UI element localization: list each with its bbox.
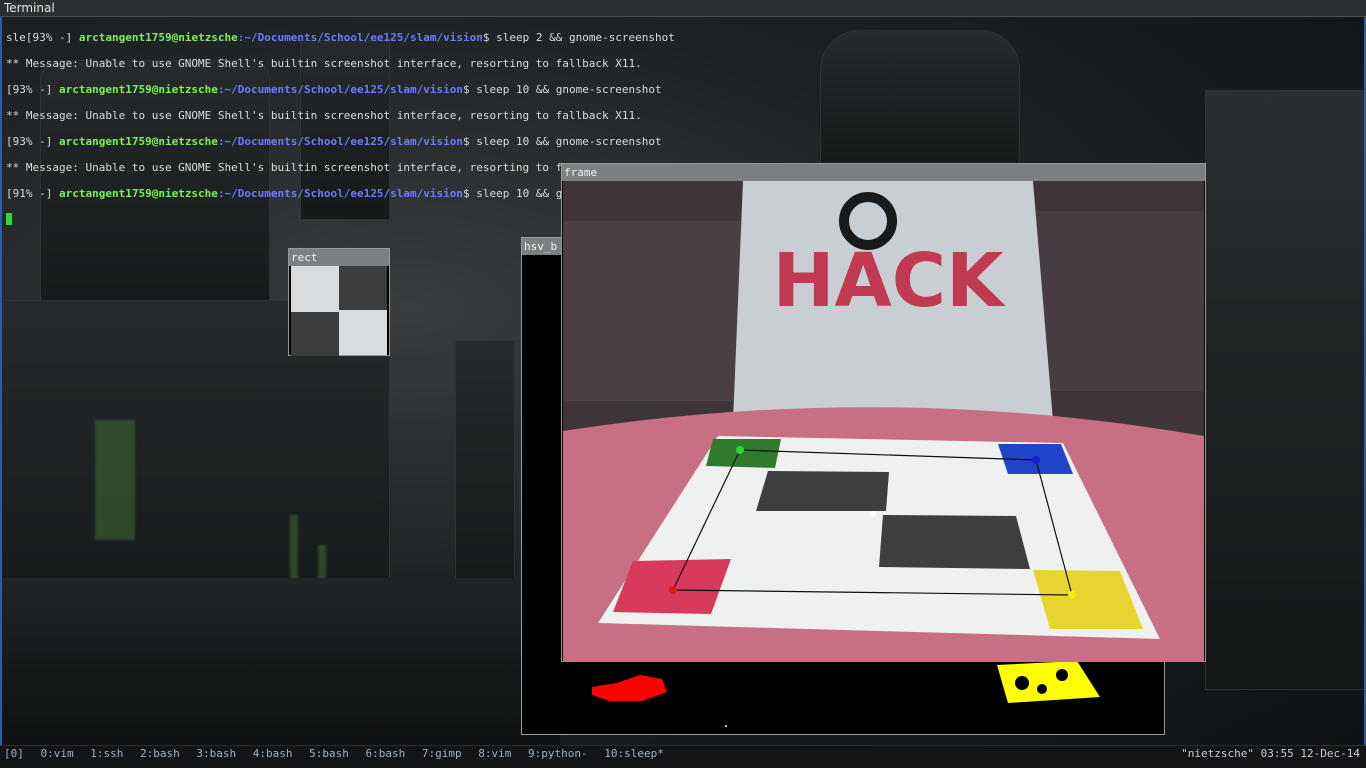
status-window-7[interactable]: 7:gimp [422,746,462,762]
dark-rect-1 [756,471,889,511]
terminal-line: [93% -] arctangent1759@nietzsche:~/Docum… [6,83,662,96]
marker-yellow [1068,591,1076,599]
status-window-5[interactable]: 5:bash [309,746,349,762]
frame-window[interactable]: frame HACK [561,163,1206,662]
status-window-4[interactable]: 4:bash [253,746,293,762]
terminal-line: [93% -] arctangent1759@nietzsche:~/Docum… [6,135,662,148]
status-window-10[interactable]: 10:sleep* [604,746,664,762]
status-time: 03:55 [1260,747,1294,760]
rect-window[interactable]: rect [288,248,390,356]
rect-window-title[interactable]: rect [289,249,389,266]
rect-image [291,266,387,356]
shirt-text: HACK [773,238,1007,324]
status-window-1[interactable]: 1:ssh [90,746,123,762]
status-window-2[interactable]: 2:bash [140,746,180,762]
status-window-3[interactable]: 3:bash [196,746,236,762]
red-mask-blob [592,675,667,701]
terminal-cursor [6,213,12,225]
status-right: "nietzsche" 03:55 12-Dec-14 [1181,746,1360,762]
status-window-9[interactable]: 9:python- [528,746,588,762]
terminal-line: ** Message: Unable to use GNOME Shell's … [6,57,642,70]
terminal-title: Terminal [4,1,55,15]
marker-center [870,511,876,517]
marker-red [669,586,677,594]
camera-scene: HACK [563,181,1204,662]
status-host: "nietzsche" [1181,747,1255,760]
status-session[interactable]: [0] [4,746,24,762]
terminal-line: sle[93% -] arctangent1759@nietzsche:~/Do… [6,31,675,44]
dark-rect-2 [879,515,1030,569]
status-date: 12-Dec-14 [1300,747,1360,760]
status-window-0[interactable]: 0:vim [41,746,74,762]
green-square [706,439,781,468]
terminal-line: ** Message: Unable to use GNOME Shell's … [6,109,642,122]
yellow-mask-blob [997,661,1100,703]
status-window-8[interactable]: 8:vim [478,746,511,762]
frame-window-title[interactable]: frame [562,164,1205,181]
tmux-status-bar: [0] 0:vim 1:ssh 2:bash 3:bash 4:bash 5:b… [0,745,1366,768]
frame-camera-image: HACK [563,181,1204,662]
terminal-title-bar: Terminal [0,0,1366,17]
marker-blue [1032,456,1040,464]
status-window-6[interactable]: 6:bash [366,746,406,762]
marker-green [736,446,744,454]
